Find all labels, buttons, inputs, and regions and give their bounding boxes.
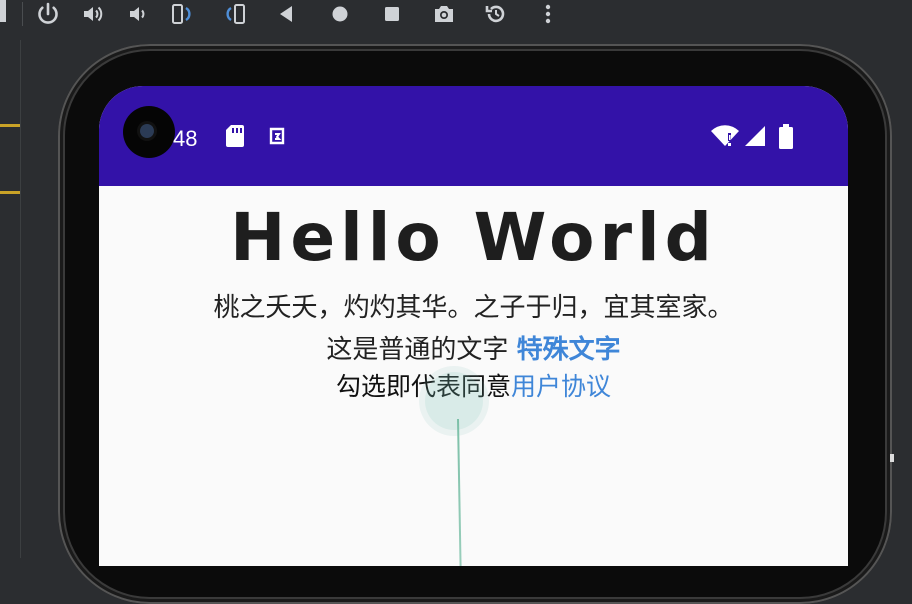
rotate-left-button[interactable] [165,0,199,28]
touch-indicator [425,372,483,430]
toolbar-divider [22,2,23,26]
rotate-right-button[interactable] [218,0,252,28]
more-button[interactable] [531,0,565,28]
special-text[interactable]: 特殊文字 [517,335,621,365]
volume-down-icon [130,7,145,21]
back-triangle-icon [280,6,292,22]
snapshot-restore-icon [485,5,505,23]
wifi-alert-icon [710,124,740,148]
normal-text: 这是普通的文字 [326,335,509,365]
screenshot-button[interactable] [427,0,461,28]
rotate-left-icon [172,4,191,24]
home-button[interactable] [323,0,357,28]
power-button[interactable] [31,0,65,28]
home-circle-icon [332,6,348,22]
battery-icon [778,124,794,150]
volume-up-button[interactable] [76,0,110,28]
snapshot-button[interactable] [479,0,513,28]
volume-up-icon [84,6,103,22]
sd-card-icon [225,124,245,148]
status-time: 48 [173,126,198,151]
panel-marker [0,124,20,127]
cell-signal-icon [743,124,767,148]
overview-button[interactable] [375,0,409,28]
volume-down-button[interactable] [120,0,154,28]
front-camera [123,106,175,158]
toolbar-edge [0,0,6,22]
status-bar: 48 [99,86,848,186]
panel-marker [0,191,20,194]
camera-icon [435,6,453,22]
touch-trail [457,418,462,566]
normal-special-text-line: 这是普通的文字 特殊文字 [99,332,848,368]
back-button[interactable] [270,0,304,28]
overview-square-icon [385,7,399,21]
left-panel-strip [0,0,21,558]
power-icon [38,2,58,24]
device-screen[interactable]: 48 Hello World 桃之夭夭，灼灼其华。之子于归，宜其室家。 这是普通… [99,86,848,566]
hello-world-title: Hello World [230,199,717,276]
more-vertical-icon [545,4,551,24]
rotate-right-icon [226,4,245,24]
side-indicator [890,454,894,462]
emulator-toolbar [0,0,912,40]
agree-text: 勾选即代表同意 [335,372,511,401]
poem-text: 桃之夭夭，灼灼其华。之子于归，宜其室家。 [213,293,734,323]
accessibility-icon [266,124,288,148]
user-agreement-link[interactable]: 用户协议 [511,372,611,401]
